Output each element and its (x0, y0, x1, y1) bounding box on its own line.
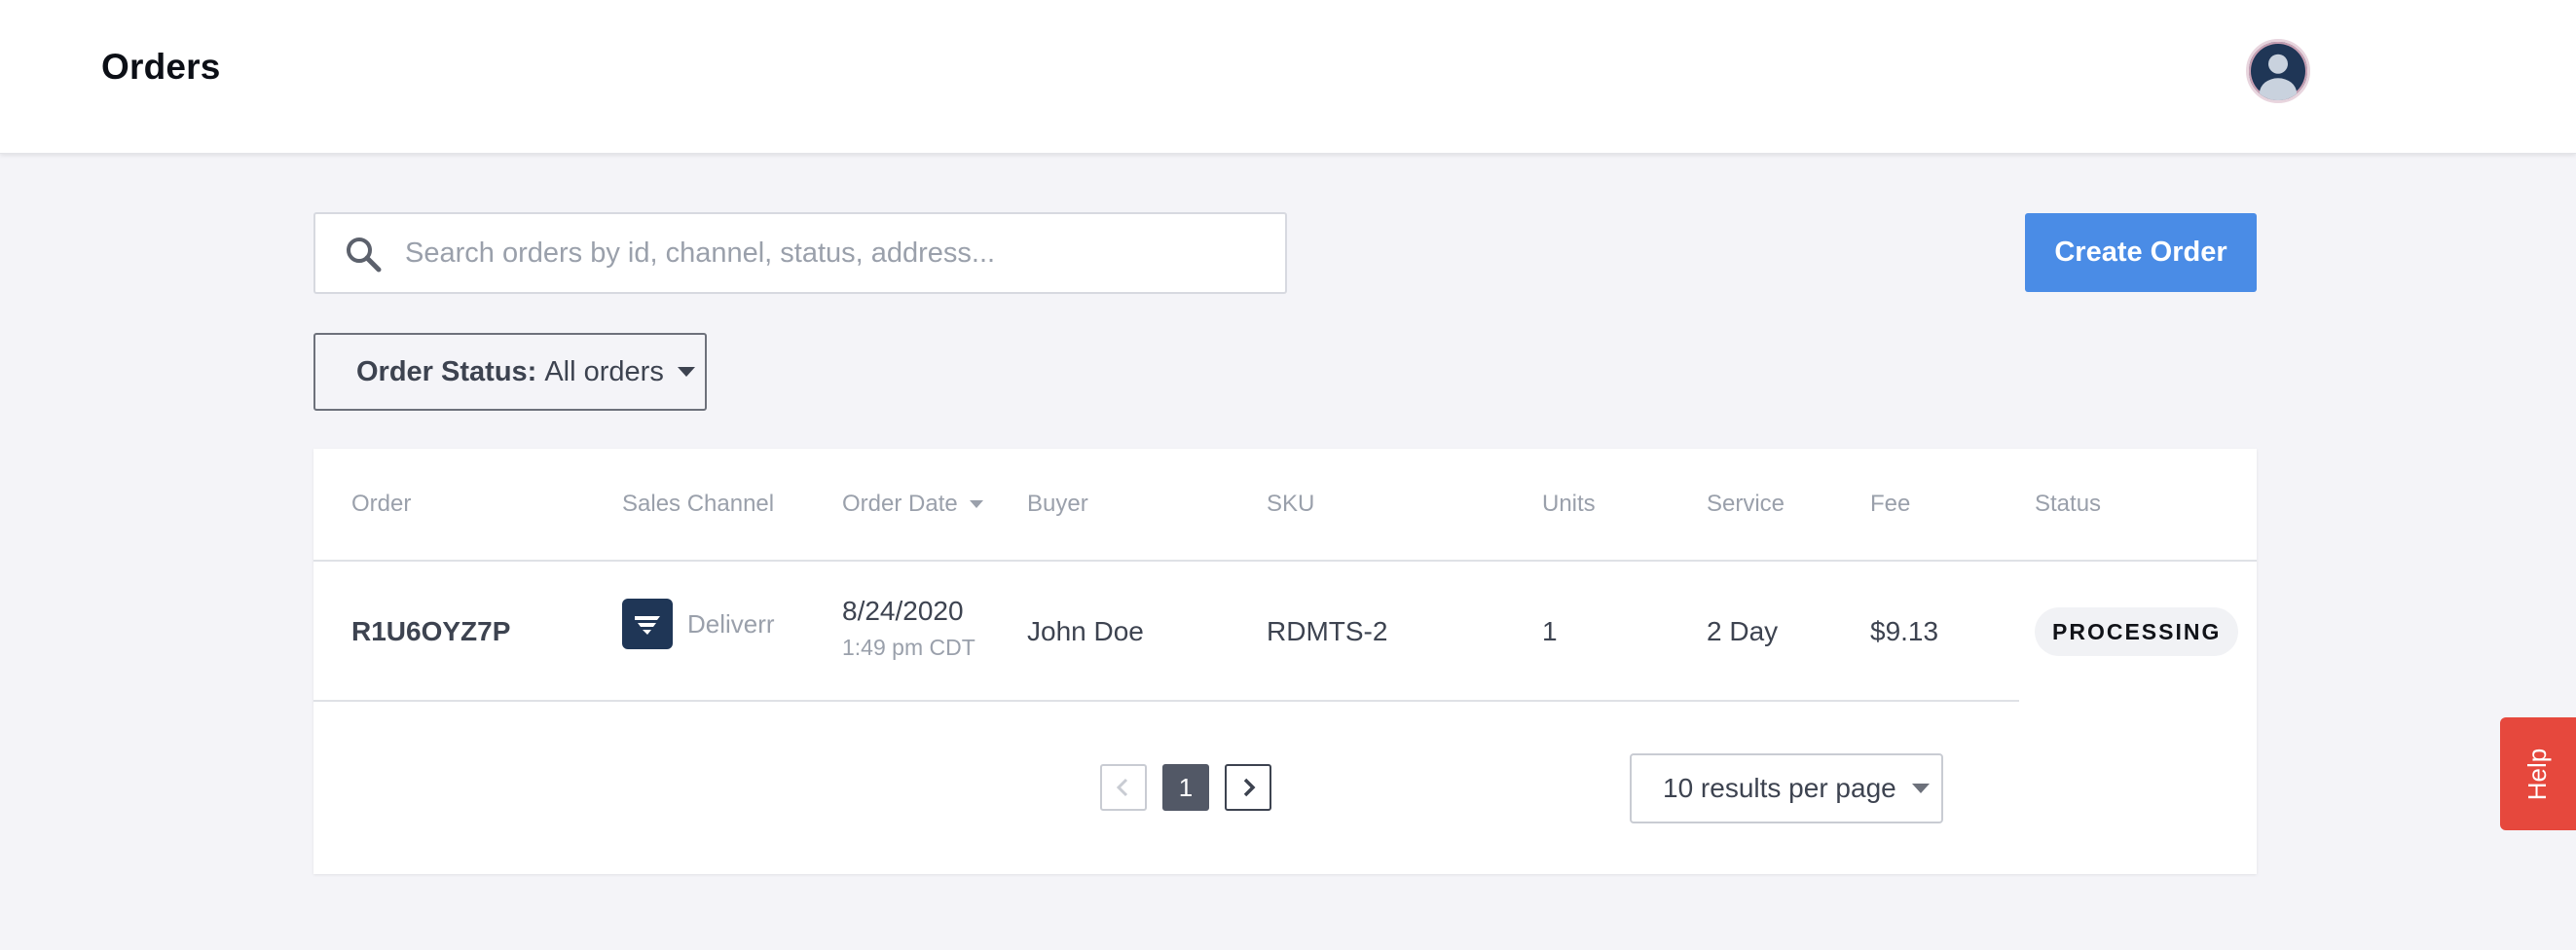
page-number-button[interactable]: 1 (1162, 764, 1209, 811)
column-header-status[interactable]: Status (2035, 491, 2101, 518)
sort-caret-icon (969, 500, 983, 508)
order-id[interactable]: R1U6OYZ7P (351, 616, 510, 647)
status-badge: PROCESSING (2035, 607, 2239, 656)
next-page-button[interactable] (1225, 764, 1271, 811)
table-header: Order Sales Channel Order Date Buyer SKU… (313, 449, 2257, 562)
column-header-buyer[interactable]: Buyer (1027, 491, 1088, 518)
search-input[interactable] (405, 214, 1262, 292)
caret-down-icon (677, 367, 695, 377)
user-silhouette-icon (2259, 54, 2298, 100)
search-icon (347, 238, 382, 273)
orders-table-card: Order Sales Channel Order Date Buyer SKU… (313, 449, 2257, 874)
chevron-left-icon (1116, 778, 1128, 797)
help-button[interactable]: Help (2500, 717, 2576, 830)
search-box (313, 212, 1287, 294)
order-status-label: Order Status: (356, 355, 537, 387)
column-header-units[interactable]: Units (1542, 491, 1596, 518)
column-header-sku[interactable]: SKU (1267, 491, 1314, 518)
results-per-page-dropdown[interactable]: 10 results per page (1630, 753, 1943, 823)
chevron-right-icon (1243, 778, 1256, 797)
sku: RDMTS-2 (1267, 616, 1388, 646)
fee: $9.13 (1870, 616, 1939, 646)
order-date: 8/24/2020 (842, 596, 964, 626)
deliverr-logo-icon (622, 599, 673, 649)
column-header-service[interactable]: Service (1707, 491, 1785, 518)
user-avatar-icon[interactable] (2246, 39, 2310, 103)
service: 2 Day (1707, 616, 1779, 646)
top-header: Orders (0, 0, 2576, 154)
order-time: 1:49 pm CDT (842, 635, 975, 660)
column-header-order[interactable]: Order (351, 491, 411, 518)
order-status-dropdown[interactable]: Order Status: All orders (313, 333, 707, 411)
results-per-page-label: 10 results per page (1663, 773, 1896, 803)
order-status-value: All orders (544, 355, 664, 387)
caret-down-icon (1911, 784, 1930, 793)
units: 1 (1542, 616, 1558, 646)
previous-page-button[interactable] (1100, 764, 1147, 811)
column-header-sales-channel[interactable]: Sales Channel (622, 491, 774, 518)
page-title: Orders (101, 47, 221, 87)
column-header-order-date-label: Order Date (842, 491, 958, 517)
table-row[interactable]: R1U6OYZ7P Deliverr 8/24/2020 1:49 pm CDT… (313, 563, 2019, 702)
deliverr-mark-icon (635, 616, 660, 635)
column-header-order-date[interactable]: Order Date (842, 491, 983, 518)
buyer-name: John Doe (1027, 616, 1144, 646)
create-order-button[interactable]: Create Order (2025, 213, 2257, 292)
column-header-fee[interactable]: Fee (1870, 491, 1910, 518)
sales-channel-name: Deliverr (687, 609, 775, 639)
help-label: Help (2522, 748, 2553, 800)
